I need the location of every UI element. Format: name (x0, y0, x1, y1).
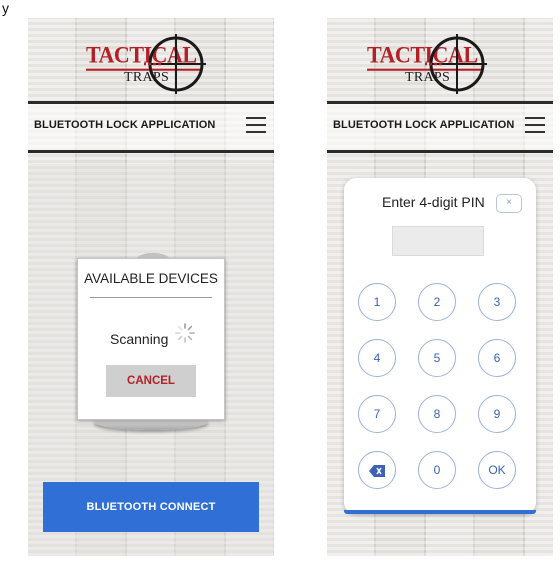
key-2[interactable]: 2 (418, 283, 456, 321)
key-9[interactable]: 9 (478, 395, 516, 433)
crosshair-icon (425, 34, 487, 94)
spinner-icon (175, 323, 195, 343)
app-title: BLUETOOTH LOCK APPLICATION (34, 119, 216, 131)
available-devices-dialog: AVAILABLE DEVICES Scanning CANCEL (77, 258, 225, 420)
screen-enter-pin: TACTICAL TRAPS BLUETOOTH LOCK APPLICATIO… (327, 18, 553, 556)
pin-dialog: Enter 4-digit PIN × 1 2 3 4 5 6 7 8 9 0 … (344, 178, 536, 514)
brand-logo: TACTICAL TRAPS (367, 26, 497, 98)
app-title: BLUETOOTH LOCK APPLICATION (333, 119, 515, 131)
bluetooth-connect-button-edge (344, 510, 536, 514)
key-ok[interactable]: OK (478, 451, 516, 489)
pin-dialog-title: Enter 4-digit PIN (382, 194, 485, 210)
logo-area: TACTICAL TRAPS (28, 18, 274, 100)
key-backspace[interactable] (358, 451, 396, 489)
key-6[interactable]: 6 (478, 339, 516, 377)
logo-word-traps: TRAPS (124, 70, 170, 85)
menu-icon[interactable] (525, 117, 545, 133)
logo-area: TACTICAL TRAPS (327, 18, 553, 100)
close-button[interactable]: × (496, 194, 522, 213)
pin-input[interactable] (392, 226, 484, 256)
key-0[interactable]: 0 (418, 451, 456, 489)
screen-available-devices: TACTICAL TRAPS BLUETOOTH LOCK APPLICATIO… (28, 18, 274, 556)
dialog-title: AVAILABLE DEVICES (84, 271, 218, 286)
crosshair-icon (144, 34, 206, 94)
dialog-divider (90, 297, 212, 298)
key-5[interactable]: 5 (418, 339, 456, 377)
key-1[interactable]: 1 (358, 283, 396, 321)
key-4[interactable]: 4 (358, 339, 396, 377)
logo-word-traps: TRAPS (405, 70, 451, 85)
app-header: BLUETOOTH LOCK APPLICATION (327, 101, 553, 153)
menu-icon[interactable] (246, 117, 266, 133)
key-8[interactable]: 8 (418, 395, 456, 433)
app-header: BLUETOOTH LOCK APPLICATION (28, 101, 274, 153)
key-3[interactable]: 3 (478, 283, 516, 321)
bluetooth-connect-button[interactable]: BLUETOOTH CONNECT (43, 482, 259, 532)
key-7[interactable]: 7 (358, 395, 396, 433)
scanning-label: Scanning (110, 331, 169, 347)
corner-mark: y (2, 0, 9, 16)
backspace-icon (369, 464, 385, 477)
cancel-button[interactable]: CANCEL (106, 365, 196, 397)
brand-logo: TACTICAL TRAPS (86, 26, 216, 98)
